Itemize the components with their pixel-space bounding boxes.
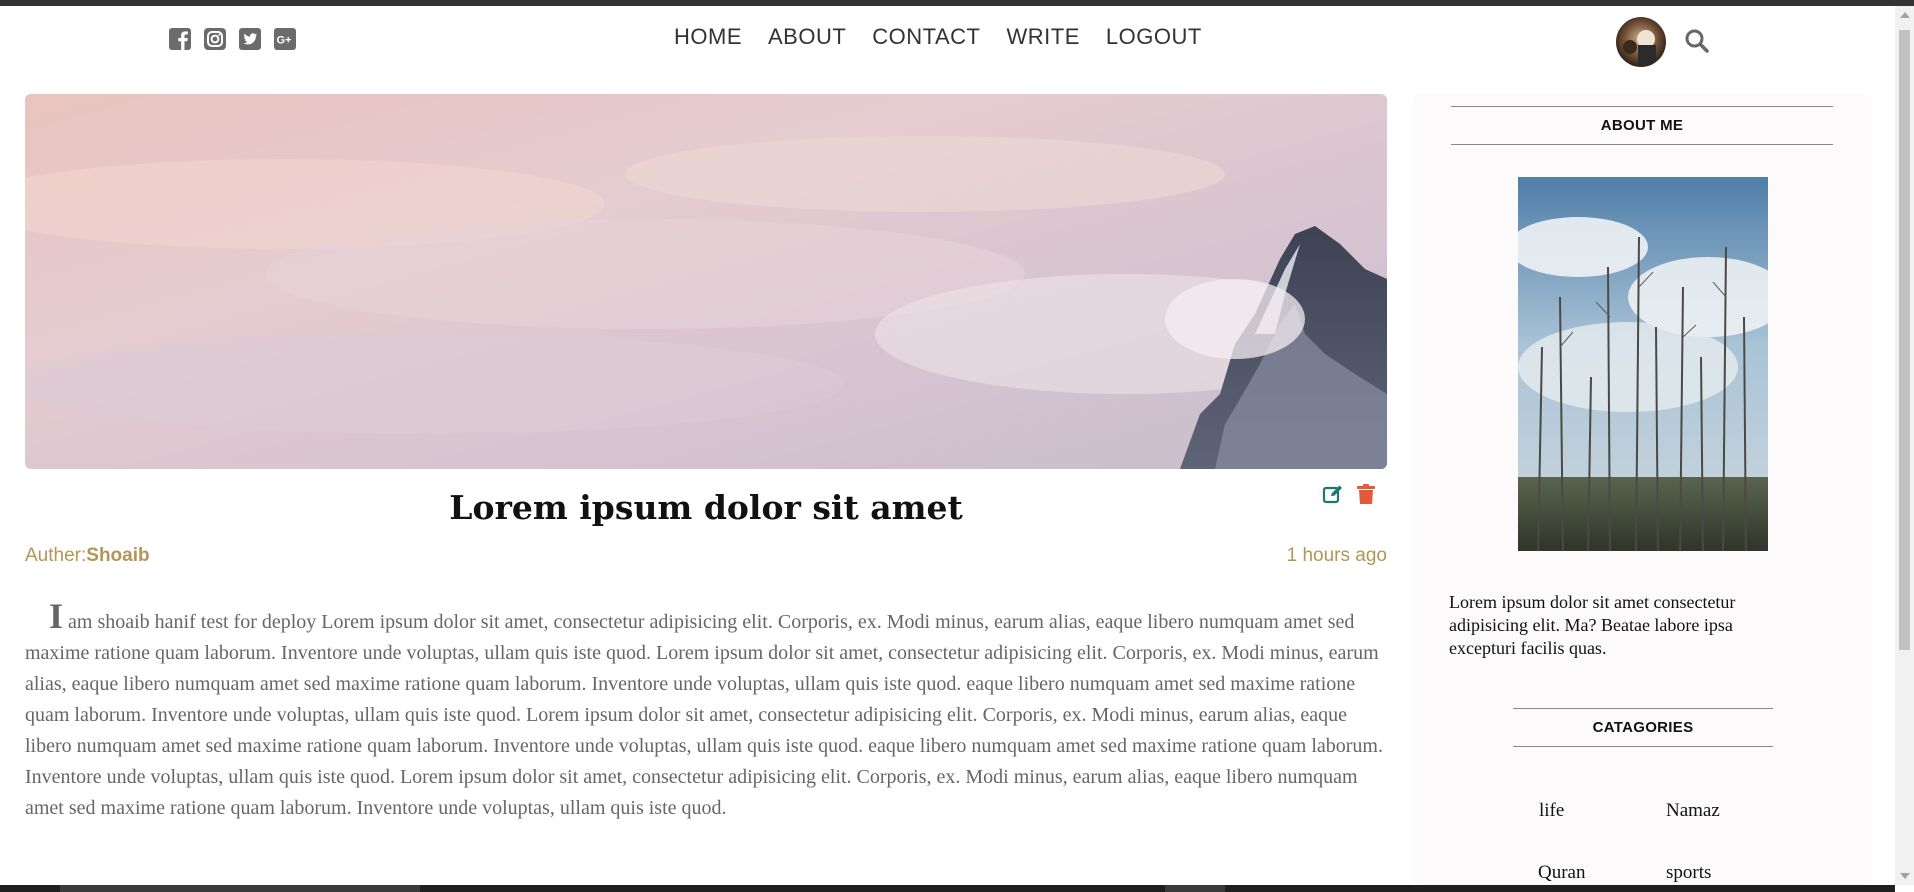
delete-icon[interactable]: [1356, 483, 1376, 505]
post-title-row: Lorem ipsum dolor sit amet: [25, 469, 1387, 539]
post-meta: Auther:Shoaib 1 hours ago: [25, 539, 1387, 579]
social-icons: G+: [168, 27, 297, 51]
taskbar-item[interactable]: [60, 885, 420, 892]
taskbar-item[interactable]: [1165, 885, 1225, 892]
twitter-icon[interactable]: [238, 27, 262, 51]
post-time: 1 hours ago: [1286, 545, 1387, 566]
svg-text:G+: G+: [277, 35, 292, 47]
search-icon[interactable]: [1684, 28, 1710, 54]
page-scrollbar[interactable]: [1895, 6, 1914, 885]
scroll-up-arrow-icon[interactable]: [1900, 12, 1910, 18]
category-quran[interactable]: Quran: [1538, 862, 1585, 884]
about-me-text: Lorem ipsum dolor sit amet consectetur a…: [1449, 592, 1736, 658]
google-plus-icon[interactable]: G+: [273, 27, 297, 51]
category-sports[interactable]: sports: [1666, 862, 1711, 884]
post-body-text: am shoaib hanif test for deploy Lorem ip…: [25, 611, 1383, 819]
scroll-down-arrow-icon[interactable]: [1900, 873, 1910, 879]
post-title: Lorem ipsum dolor sit amet: [449, 488, 963, 527]
top-navbar: G+ HOME ABOUT CONTACT WRITE LOGOUT: [0, 6, 1895, 68]
category-life[interactable]: life: [1539, 800, 1564, 822]
about-me-heading: ABOUT ME: [1451, 106, 1833, 145]
scrollbar-thumb[interactable]: [1899, 30, 1910, 650]
author-name[interactable]: Shoaib: [86, 545, 149, 566]
nav-logout[interactable]: LOGOUT: [1106, 24, 1202, 50]
post-author: Auther:Shoaib: [25, 545, 150, 567]
browser-bottom-strip: [0, 885, 1895, 892]
facebook-icon[interactable]: [168, 27, 192, 51]
user-avatar[interactable]: [1616, 17, 1666, 67]
nav-home[interactable]: HOME: [674, 24, 742, 50]
nav-write[interactable]: WRITE: [1007, 24, 1080, 50]
post-dropcap: I: [49, 596, 64, 636]
post-hero-image: [25, 94, 1387, 469]
main-nav: HOME ABOUT CONTACT WRITE LOGOUT: [674, 24, 1228, 50]
edit-icon[interactable]: [1322, 483, 1344, 505]
post-body: I am shoaib hanif test for deploy Lorem …: [25, 598, 1387, 824]
single-post: Lorem ipsum dolor sit amet Auther:Shoaib…: [25, 94, 1387, 824]
about-me-photo: [1518, 177, 1768, 551]
instagram-icon[interactable]: [203, 27, 227, 51]
nav-about[interactable]: ABOUT: [768, 24, 846, 50]
nav-contact[interactable]: CONTACT: [872, 24, 980, 50]
author-label: Auther:: [25, 545, 87, 566]
category-namaz[interactable]: Namaz: [1666, 800, 1720, 822]
categories-heading: CATAGORIES: [1513, 708, 1773, 747]
sidebar: ABOUT ME Lorem ipsum dolor sit amet cons…: [1413, 94, 1873, 885]
